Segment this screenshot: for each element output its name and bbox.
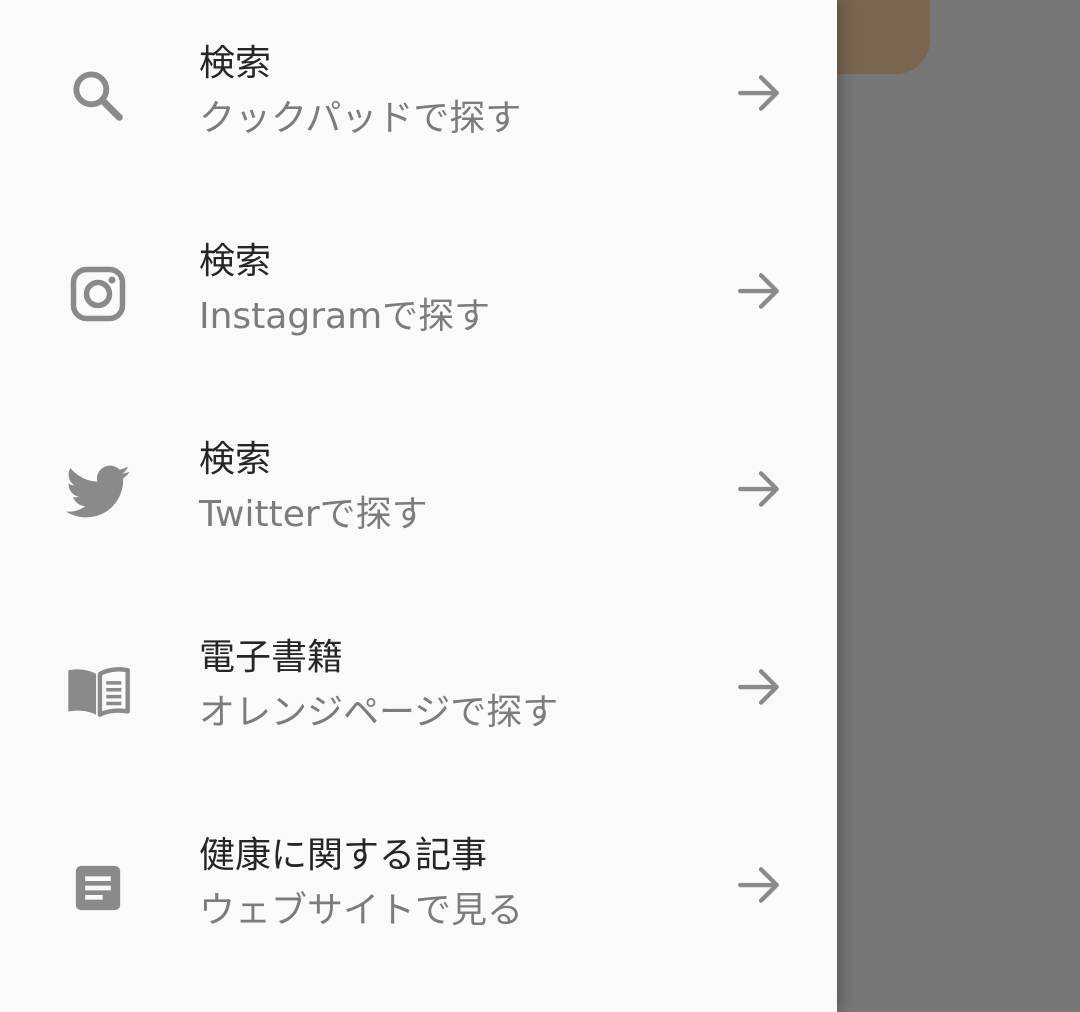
menu-item-subtitle: Twitterで探す [199, 494, 428, 535]
menu-item-cookpad-search[interactable]: 検索 クックパッドで探す [0, 0, 837, 194]
arrow-right-icon [734, 68, 784, 118]
instagram-icon [62, 258, 134, 330]
arrow-right-icon [734, 464, 784, 514]
menu-item-title: 検索 [199, 439, 272, 480]
menu-item-title: 健康に関する記事 [199, 835, 488, 876]
menu-item-twitter-search[interactable]: 検索 Twitterで探す [0, 392, 837, 590]
menu-item-ebooks[interactable]: 電子書籍 オレンジページで探す [0, 590, 837, 788]
menu-item-title: 検索 [199, 43, 272, 84]
menu-item-subtitle: ウェブサイトで見る [199, 890, 524, 931]
menu-item-title: 電子書籍 [199, 637, 344, 678]
menu-item-title: 検索 [199, 241, 272, 282]
article-icon [62, 852, 134, 924]
menu-item-subtitle: Instagramで探す [199, 296, 491, 337]
menu-item-health-articles[interactable]: 健康に関する記事 ウェブサイトで見る [0, 788, 837, 986]
twitter-icon [62, 456, 134, 528]
book-icon [62, 654, 134, 726]
screen: 検索 クックパッドで探す 検索 Instagramで探す 検索 Twitterで… [0, 0, 1080, 1012]
search-icon [62, 60, 134, 132]
arrow-right-icon [734, 860, 784, 910]
menu-item-subtitle: オレンジページで探す [199, 692, 559, 733]
menu-item-instagram-search[interactable]: 検索 Instagramで探す [0, 194, 837, 392]
menu-item-subtitle: クックパッドで探す [199, 98, 522, 139]
arrow-right-icon [734, 662, 784, 712]
arrow-right-icon [734, 266, 784, 316]
navigation-drawer: 検索 クックパッドで探す 検索 Instagramで探す 検索 Twitterで… [0, 0, 837, 1012]
